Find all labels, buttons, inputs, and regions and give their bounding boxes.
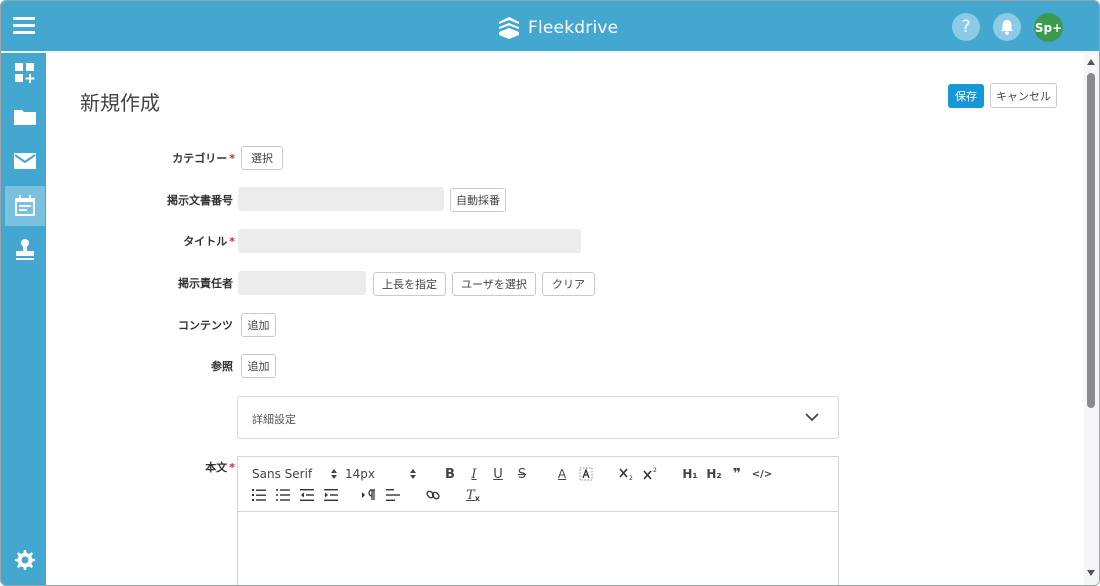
contents-add-button[interactable]: 追加 xyxy=(241,313,276,337)
svg-text:2: 2 xyxy=(629,475,633,481)
align-button[interactable] xyxy=(384,486,402,504)
scroll-up-arrow[interactable] xyxy=(1087,59,1095,65)
sidebar-item-bulletin[interactable] xyxy=(5,186,45,226)
title-input[interactable] xyxy=(238,229,581,253)
category-select-button[interactable]: 選択 xyxy=(241,146,283,170)
auto-number-button[interactable]: 自動採番 xyxy=(450,188,506,212)
mail-icon xyxy=(14,153,36,169)
paragraph-direction-icon xyxy=(362,489,375,500)
editor-body[interactable] xyxy=(238,513,838,585)
superscript-button[interactable]: 2 xyxy=(641,465,661,483)
app-name: Fleekdrive xyxy=(528,18,619,38)
main-content: 新規作成 保存 キャンセル カテゴリー * 選択 掲示文書番号 自動採番 タイトル… xyxy=(48,53,1084,585)
reference-label: 参照 xyxy=(211,360,233,373)
dashboard-add-icon xyxy=(15,63,35,83)
sidebar-item-approval[interactable] xyxy=(5,230,45,270)
body-label: 本文 * xyxy=(205,461,235,474)
stamp-icon xyxy=(16,239,34,260)
details-accordion-label: 詳細設定 xyxy=(252,413,296,426)
font-family-select[interactable]: Sans Serif xyxy=(252,465,338,483)
scrollbar-thumb[interactable] xyxy=(1087,73,1095,408)
select-user-button[interactable]: ユーザを選択 xyxy=(452,272,536,296)
clear-button[interactable]: クリア xyxy=(542,272,595,296)
save-button[interactable]: 保存 xyxy=(948,84,984,108)
heading2-button[interactable]: H₂ xyxy=(704,465,724,483)
category-label: カテゴリー * xyxy=(172,152,235,165)
code-block-button[interactable]: </> xyxy=(752,465,772,483)
app-window: Fleekdrive ? Sp+ 新規作成 保存 キャンセル カテゴリー * 選… xyxy=(0,0,1100,586)
sidebar-item-mail[interactable] xyxy=(5,141,45,181)
page-scrollbar[interactable] xyxy=(1084,53,1099,585)
svg-text:2: 2 xyxy=(653,467,657,474)
indent-icon xyxy=(324,489,338,501)
indent-button[interactable] xyxy=(322,486,340,504)
heading1-button[interactable]: H₁ xyxy=(680,465,700,483)
select-arrows-icon xyxy=(331,469,337,479)
title-label: タイトル * xyxy=(183,235,235,248)
background-color-button[interactable] xyxy=(577,465,595,483)
font-family-value: Sans Serif xyxy=(252,467,313,481)
clear-format-button[interactable]: T x xyxy=(464,486,482,504)
fleekdrive-logo-icon xyxy=(499,17,519,39)
bold-button[interactable]: B xyxy=(441,465,459,483)
subscript-button[interactable]: 2 xyxy=(617,465,637,483)
editor-toolbar: Sans Serif 14px B I U S A 2 2 H₁ H₂ ❞ </… xyxy=(238,457,838,512)
ordered-list-icon xyxy=(252,489,266,501)
doc-number-label: 掲示文書番号 xyxy=(167,194,233,207)
sidebar xyxy=(1,53,46,585)
link-icon xyxy=(426,490,440,500)
owner-input[interactable] xyxy=(238,271,366,295)
rich-text-editor: Sans Serif 14px B I U S A 2 2 H₁ H₂ ❞ </… xyxy=(237,456,839,585)
italic-button[interactable]: I xyxy=(465,465,483,483)
notification-bell-icon[interactable] xyxy=(993,13,1021,41)
clear-format-x: x xyxy=(474,493,480,503)
page-title: 新規作成 xyxy=(80,91,160,115)
hamburger-menu-icon[interactable] xyxy=(13,17,35,35)
calendar-icon xyxy=(15,195,35,216)
reference-add-button[interactable]: 追加 xyxy=(241,354,276,378)
highlight-icon xyxy=(579,467,593,481)
subscript-icon: 2 xyxy=(619,468,633,481)
link-button[interactable] xyxy=(424,486,442,504)
help-icon[interactable]: ? xyxy=(952,13,980,41)
outdent-icon xyxy=(300,489,314,501)
top-header: Fleekdrive ? Sp+ xyxy=(1,1,1099,53)
bullet-list-button[interactable] xyxy=(274,486,292,504)
text-direction-button[interactable] xyxy=(360,486,378,504)
owner-label: 掲示責任者 xyxy=(178,277,233,290)
sidebar-item-folders[interactable] xyxy=(5,97,45,137)
clear-format-icon: T xyxy=(466,487,475,503)
outdent-button[interactable] xyxy=(298,486,316,504)
assign-superior-button[interactable]: 上長を指定 xyxy=(373,272,446,296)
superscript-icon: 2 xyxy=(643,467,657,480)
doc-number-input[interactable] xyxy=(238,187,444,211)
font-size-select[interactable]: 14px xyxy=(345,465,417,483)
chevron-down-icon xyxy=(805,413,819,422)
details-accordion[interactable]: 詳細設定 xyxy=(237,396,839,439)
ordered-list-button[interactable] xyxy=(250,486,268,504)
folder-icon xyxy=(14,110,36,125)
font-size-value: 14px xyxy=(345,467,375,481)
select-arrows-icon xyxy=(410,469,416,479)
user-avatar[interactable]: Sp+ xyxy=(1034,13,1063,42)
strikethrough-button[interactable]: S xyxy=(513,465,531,483)
contents-label: コンテンツ xyxy=(178,319,233,332)
sidebar-item-dashboard[interactable] xyxy=(5,53,45,93)
scroll-down-arrow[interactable] xyxy=(1087,570,1095,576)
text-color-button[interactable]: A xyxy=(553,465,571,483)
app-logo[interactable]: Fleekdrive xyxy=(496,14,618,42)
align-left-icon xyxy=(386,489,400,501)
sidebar-item-settings[interactable] xyxy=(5,540,45,580)
underline-button[interactable]: U xyxy=(489,465,507,483)
gear-icon xyxy=(15,550,35,570)
cancel-button[interactable]: キャンセル xyxy=(990,83,1057,108)
blockquote-button[interactable]: ❞ xyxy=(728,465,746,483)
bullet-list-icon xyxy=(276,489,290,501)
